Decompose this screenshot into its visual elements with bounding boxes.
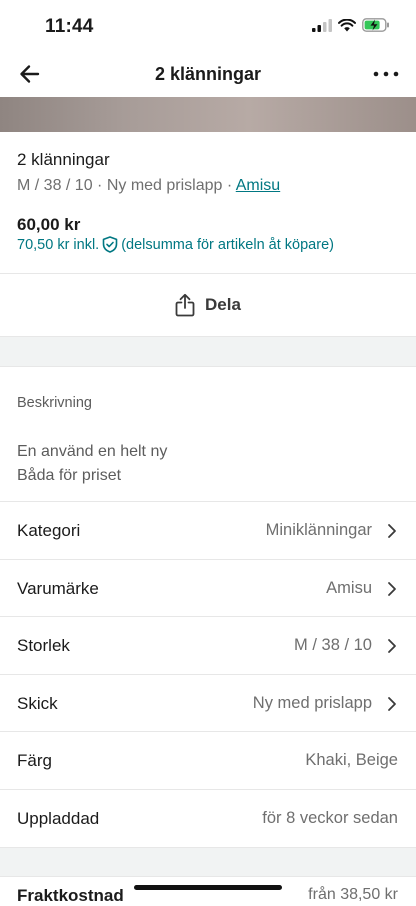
chevron-right-icon [388, 581, 396, 596]
more-options-button[interactable] [372, 60, 400, 88]
nav-bar: 2 klänningar [0, 52, 416, 96]
share-label: Dela [205, 295, 241, 314]
detail-row-brand[interactable]: Varumärke Amisu [0, 560, 416, 617]
detail-value: Amisu [326, 579, 372, 597]
detail-value: Ny med prislapp [252, 694, 372, 712]
description-line: Båda för priset [17, 467, 122, 484]
cellular-signal-icon [312, 18, 332, 32]
item-meta: M / 38 / 10 · Ny med prislapp · Amisu [17, 177, 402, 195]
divider [0, 336, 416, 337]
description-heading: Beskrivning [17, 395, 92, 411]
divider [0, 876, 416, 877]
share-button[interactable]: Dela [0, 274, 416, 336]
item-title: 2 klänningar [17, 150, 110, 169]
wifi-icon [338, 18, 356, 31]
chevron-right-icon [388, 523, 396, 538]
detail-value: M / 38 / 10 [294, 636, 372, 654]
item-summary: 2 klänningar M / 38 / 10 · Ny med prisla… [17, 150, 402, 195]
detail-row-size[interactable]: Storlek M / 38 / 10 [0, 617, 416, 674]
detail-label: Uppladdad [17, 808, 100, 828]
chevron-right-icon [388, 696, 396, 711]
detail-value: Khaki, Beige [305, 751, 398, 769]
detail-row-category[interactable]: Kategori Miniklänningar [0, 502, 416, 559]
divider [0, 847, 416, 848]
item-meta-text: M / 38 / 10 · Ny med prislapp · [17, 177, 236, 194]
share-icon [175, 293, 195, 317]
price-incl-buyer-protection[interactable]: 70,50 kr inkl. (delsumma för artikeln åt… [17, 236, 334, 253]
detail-label: Kategori [17, 520, 81, 540]
status-icons [312, 18, 390, 32]
brand-link[interactable]: Amisu [236, 177, 280, 194]
description-line: En använd en helt ny [17, 443, 168, 460]
price-incl-note: (delsumma för artikeln åt köpare) [121, 236, 334, 253]
section-gap [0, 336, 416, 366]
status-bar: 11:44 [0, 0, 416, 52]
detail-row-uploaded: Uppladdad för 8 veckor sedan [0, 790, 416, 847]
detail-label: Varumärke [17, 578, 99, 598]
chevron-right-icon [388, 638, 396, 653]
detail-row-condition[interactable]: Skick Ny med prislapp [0, 675, 416, 732]
price-incl-value: 70,50 kr inkl. [17, 236, 100, 253]
section-gap [0, 847, 416, 876]
status-time: 11:44 [45, 16, 94, 37]
battery-charging-icon [362, 18, 389, 32]
detail-label: Färg [17, 750, 52, 770]
description-text: En använd en helt ny Båda för priset [17, 440, 167, 488]
more-horizontal-icon [373, 71, 399, 77]
shield-check-icon [102, 236, 118, 253]
shipping-label: Fraktkostnad [17, 886, 124, 905]
item-photo[interactable] [0, 97, 416, 132]
detail-label: Storlek [17, 635, 70, 655]
detail-value: Miniklänningar [265, 521, 372, 539]
shipping-value: från 38,50 kr [308, 886, 398, 903]
item-price: 60,00 kr [17, 215, 81, 234]
page-title: 2 klänningar [154, 64, 262, 84]
detail-label: Skick [17, 693, 58, 713]
detail-value: för 8 veckor sedan [262, 809, 398, 827]
home-indicator [134, 885, 282, 890]
detail-row-color: Färg Khaki, Beige [0, 732, 416, 789]
divider [0, 366, 416, 367]
